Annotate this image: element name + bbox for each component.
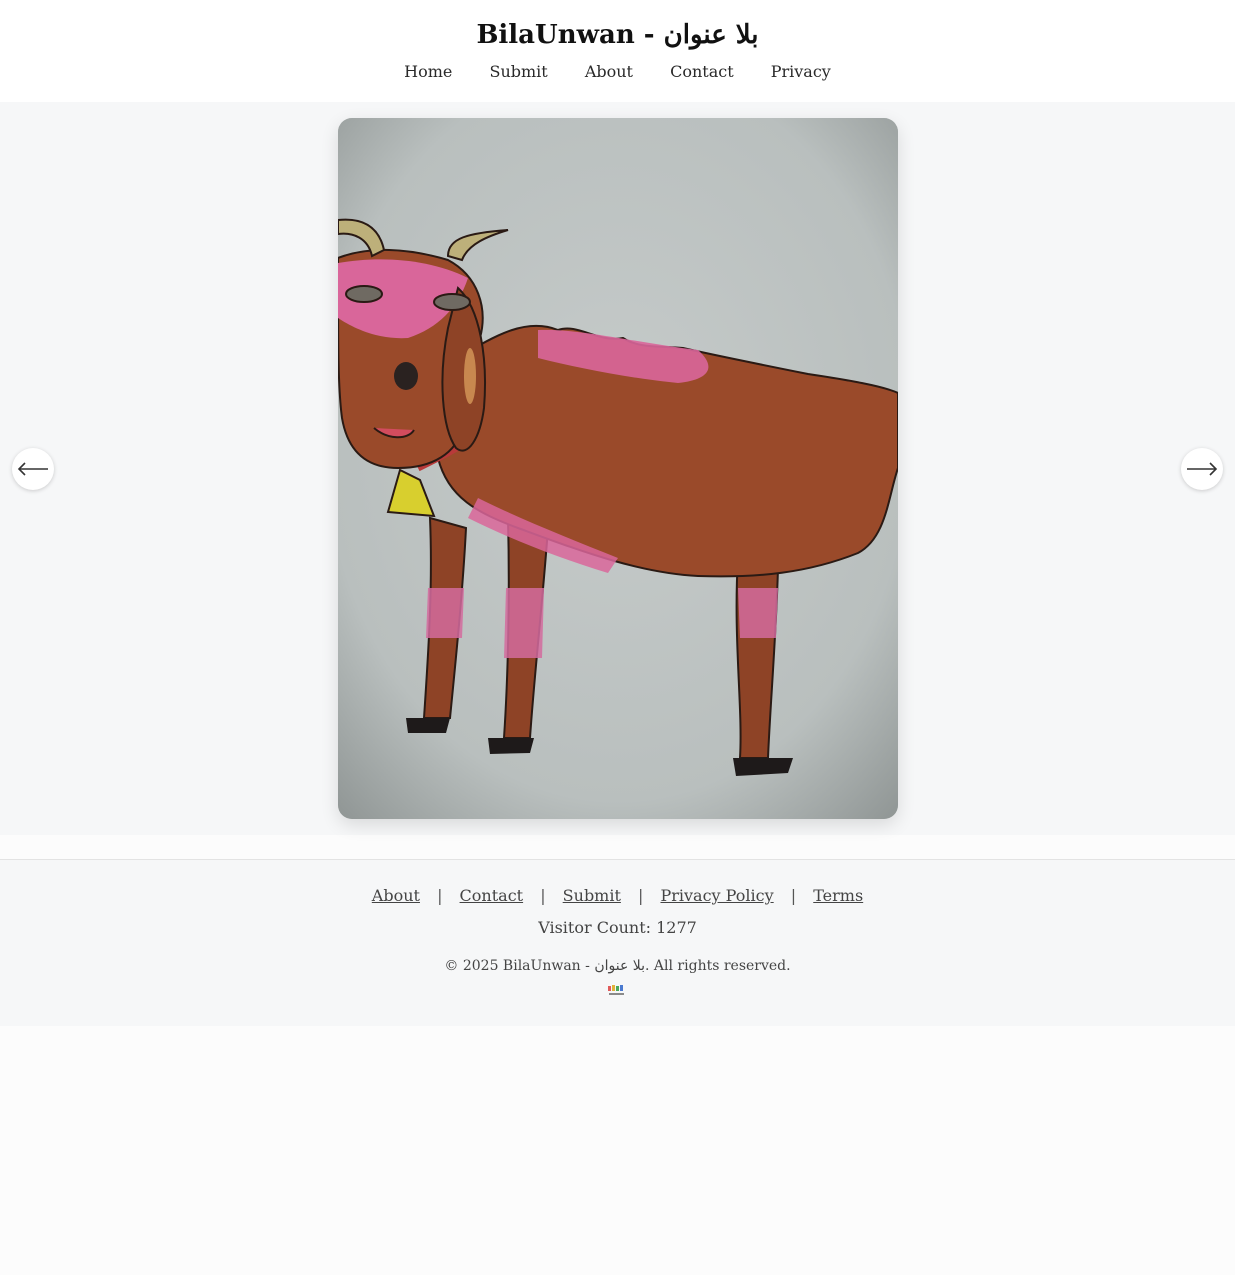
next-button[interactable] bbox=[1181, 448, 1223, 490]
site-title[interactable]: BilaUnwan - بلا عنوان bbox=[0, 20, 1235, 50]
nav-contact[interactable]: Contact bbox=[670, 62, 734, 81]
arrow-left-icon bbox=[17, 462, 48, 476]
footer-link-privacy-policy[interactable]: Privacy Policy bbox=[660, 886, 773, 905]
visitor-count: Visitor Count: 1277 bbox=[538, 918, 697, 937]
footer-links: About | Contact | Submit | Privacy Polic… bbox=[0, 886, 1235, 905]
footer-link-submit[interactable]: Submit bbox=[563, 886, 621, 905]
arrow-right-icon bbox=[1187, 462, 1218, 476]
footer-separator: | bbox=[437, 886, 443, 905]
footer-separator: | bbox=[540, 886, 546, 905]
artwork-image[interactable] bbox=[338, 118, 898, 819]
footer-separator: | bbox=[790, 886, 797, 905]
nav-submit[interactable]: Submit bbox=[489, 62, 547, 81]
bilaunwan-logo-icon bbox=[608, 985, 624, 995]
footer-link-contact[interactable]: Contact bbox=[460, 886, 524, 905]
nav-home[interactable]: Home bbox=[404, 62, 452, 81]
goat-drawing bbox=[338, 118, 898, 819]
nav-privacy[interactable]: Privacy bbox=[771, 62, 831, 81]
nav-about[interactable]: About bbox=[585, 62, 633, 81]
site-footer: About | Contact | Submit | Privacy Polic… bbox=[0, 859, 1235, 1026]
copyright-text: © 2025 BilaUnwan - بلا عنوان. All rights… bbox=[444, 958, 791, 974]
site-header: BilaUnwan - بلا عنوان Home Submit About … bbox=[0, 0, 1235, 102]
previous-button[interactable] bbox=[12, 448, 54, 490]
artwork-gallery bbox=[0, 102, 1235, 835]
footer-separator: | bbox=[638, 886, 644, 905]
main-nav: Home Submit About Contact Privacy bbox=[0, 62, 1235, 81]
footer-link-about[interactable]: About bbox=[372, 886, 420, 905]
footer-link-terms[interactable]: Terms bbox=[813, 886, 863, 905]
